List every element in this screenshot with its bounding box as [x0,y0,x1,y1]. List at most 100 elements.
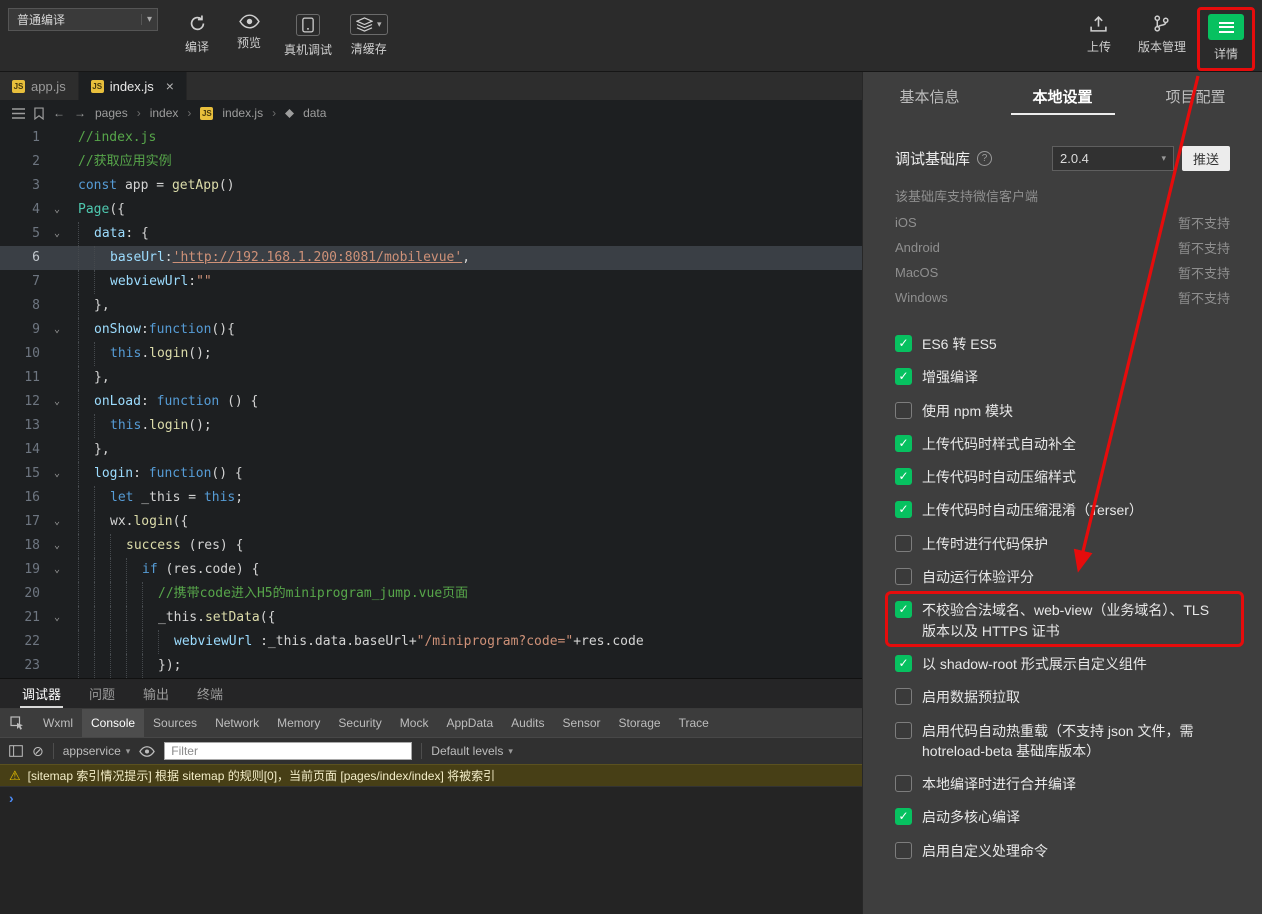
help-question-icon[interactable]: ? [977,151,992,166]
breadcrumb-pages[interactable]: pages [95,106,128,120]
log-levels-select[interactable]: Default levels ▾ [431,744,513,758]
console-prompt[interactable]: › [0,786,862,808]
code-line[interactable]: 19⌄if (res.code) { [0,558,862,582]
code-line[interactable]: 5⌄data: { [0,222,862,246]
debugger-panel-tab[interactable]: 调试器 [10,679,73,708]
checkbox-icon[interactable] [895,535,912,552]
line-number[interactable]: 8 [0,294,48,318]
upload-button[interactable]: 上传 [1082,14,1116,67]
fold-arrow-icon[interactable]: ⌄ [48,390,66,414]
details-button[interactable]: 详情 [1208,14,1244,67]
line-number[interactable]: 21 [0,606,48,630]
line-number[interactable]: 5 [0,222,48,246]
navigate-forward-icon[interactable]: → [74,106,86,120]
devtools-tab[interactable]: Audits [502,709,553,737]
fold-arrow-icon[interactable]: ⌄ [48,462,66,486]
code-line[interactable]: 9⌄onShow:function(){ [0,318,862,342]
devtools-tab[interactable]: Console [82,709,144,737]
breadcrumb-symbol[interactable]: data [303,106,326,120]
close-icon[interactable]: × [166,79,174,93]
fold-arrow-icon[interactable]: ⌄ [48,198,66,222]
context-select[interactable]: appservice ▾ [63,744,131,758]
line-number[interactable]: 16 [0,486,48,510]
compile-mode-select[interactable]: 普通编译 ▾ [8,8,158,31]
console-filter-input[interactable] [164,742,412,760]
line-number[interactable]: 17 [0,510,48,534]
checkbox-icon[interactable] [895,842,912,859]
code-line[interactable]: 12⌄onLoad: function () { [0,390,862,414]
checkbox-icon[interactable] [895,402,912,419]
line-number[interactable]: 13 [0,414,48,438]
clear-console-icon[interactable]: ⊘ [32,743,44,760]
devtools-tab[interactable]: Sensor [554,709,610,737]
checkbox-icon[interactable] [895,601,912,618]
checkbox-icon[interactable] [895,655,912,672]
setting-option[interactable]: 增强编译 [895,367,1230,387]
code-lines[interactable]: 1//index.js2//获取应用实例3const app = getApp(… [0,126,862,678]
line-number[interactable]: 9 [0,318,48,342]
code-line[interactable]: 18⌄success (res) { [0,534,862,558]
devtools-tab[interactable]: Storage [610,709,670,737]
devtools-tab[interactable]: Network [206,709,268,737]
setting-option[interactable]: 不校验合法域名、web-view（业务域名）、TLS 版本以及 HTTPS 证书 [895,600,1230,641]
checkbox-icon[interactable] [895,722,912,739]
setting-option[interactable]: 启用自定义处理命令 [895,841,1230,861]
setting-option[interactable]: 以 shadow-root 形式展示自定义组件 [895,654,1230,674]
setting-option[interactable]: 启用代码自动热重载（不支持 json 文件，需 hotreload-beta 基… [895,721,1230,762]
line-number[interactable]: 12 [0,390,48,414]
line-number[interactable]: 2 [0,150,48,174]
code-line[interactable]: 7webviewUrl:"" [0,270,862,294]
setting-option[interactable]: 上传代码时样式自动补全 [895,434,1230,454]
version-manage-button[interactable]: 版本管理 [1138,14,1186,67]
line-number[interactable]: 1 [0,126,48,150]
setting-option[interactable]: 使用 npm 模块 [895,401,1230,421]
checkbox-icon[interactable] [895,435,912,452]
line-number[interactable]: 20 [0,582,48,606]
code-line[interactable]: 14}, [0,438,862,462]
line-number[interactable]: 23 [0,654,48,678]
code-line[interactable]: 22webviewUrl :_this.data.baseUrl+"/minip… [0,630,862,654]
code-line[interactable]: 1//index.js [0,126,862,150]
clear-cache-button[interactable]: ▾ 清缓存 [350,14,388,58]
tab-index-js[interactable]: JS index.js × [79,72,187,100]
settings-tab[interactable]: 基本信息 [863,72,996,120]
fold-arrow-icon[interactable]: ⌄ [48,606,66,630]
checkbox-icon[interactable] [895,808,912,825]
line-number[interactable]: 10 [0,342,48,366]
devtools-tab[interactable]: Sources [144,709,206,737]
line-number[interactable]: 4 [0,198,48,222]
debugger-panel-tab[interactable]: 输出 [131,679,181,708]
settings-tab[interactable]: 本地设置 [996,72,1129,120]
checkbox-icon[interactable] [895,688,912,705]
fold-arrow-icon[interactable]: ⌄ [48,222,66,246]
console-empty-area[interactable] [0,808,862,914]
code-line[interactable]: 20//携带code进入H5的miniprogram_jump.vue页面 [0,582,862,606]
base-library-version-select[interactable]: 2.0.4 ▾ [1052,146,1174,171]
code-line[interactable]: 13this.login(); [0,414,862,438]
outline-menu-icon[interactable] [12,108,25,119]
setting-option[interactable]: 本地编译时进行合并编译 [895,774,1230,794]
console-sidebar-icon[interactable] [9,745,23,757]
code-line[interactable]: 6baseUrl:'http://192.168.1.200:8081/mobi… [0,246,862,270]
settings-tab[interactable]: 项目配置 [1129,72,1262,120]
tab-app-js[interactable]: JS app.js [0,72,79,100]
line-number[interactable]: 7 [0,270,48,294]
code-line[interactable]: 10this.login(); [0,342,862,366]
checkbox-icon[interactable] [895,368,912,385]
line-number[interactable]: 14 [0,438,48,462]
debugger-panel-tab[interactable]: 终端 [185,679,235,708]
devtools-tab[interactable]: Security [329,709,390,737]
code-line[interactable]: 15⌄login: function() { [0,462,862,486]
debugger-panel-tab[interactable]: 问题 [77,679,127,708]
code-line[interactable]: 4⌄Page({ [0,198,862,222]
line-number[interactable]: 19 [0,558,48,582]
navigate-back-icon[interactable]: ← [53,106,65,120]
code-line[interactable]: 11}, [0,366,862,390]
setting-option[interactable]: 启用数据预拉取 [895,687,1230,707]
setting-option[interactable]: 上传时进行代码保护 [895,534,1230,554]
devtools-tab[interactable]: AppData [437,709,502,737]
code-line[interactable]: 23}); [0,654,862,678]
code-line[interactable]: 8}, [0,294,862,318]
code-line[interactable]: 21⌄_this.setData({ [0,606,862,630]
setting-option[interactable]: 自动运行体验评分 [895,567,1230,587]
